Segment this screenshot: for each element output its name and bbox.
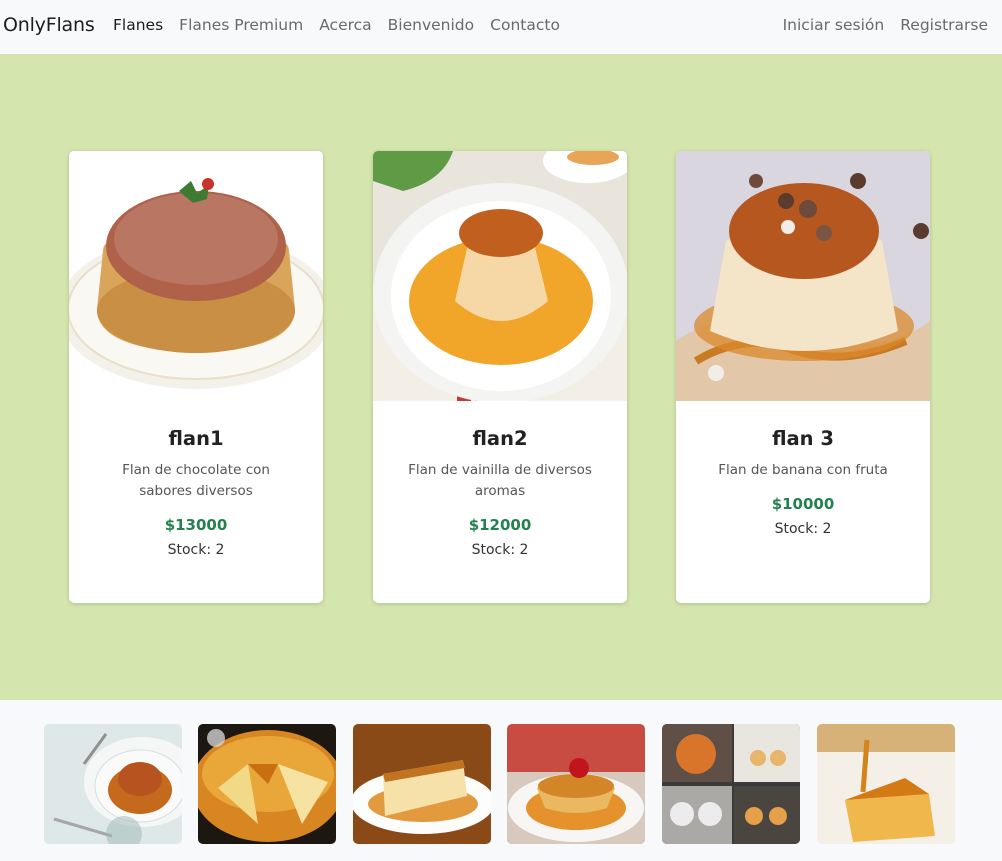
card-title: flan1	[168, 427, 224, 450]
flan-chocolate-photo	[69, 151, 323, 401]
navbar: OnlyFlans Flanes Flanes Premium Acerca B…	[0, 0, 1002, 54]
auth-links: Iniciar sesión Registrarse	[783, 16, 988, 34]
nav-link-flanes-premium[interactable]: Flanes Premium	[179, 16, 303, 34]
flan-banana-photo	[676, 151, 930, 401]
product-card[interactable]: flan2 Flan de vainilla de diversos aroma…	[373, 151, 627, 603]
flan-gallery	[0, 700, 1002, 861]
card-stock: Stock: 2	[774, 521, 832, 537]
card-price: $12000	[468, 516, 532, 534]
card-description: Flan de banana con fruta	[718, 462, 888, 478]
card-price: $13000	[164, 516, 228, 534]
flan-cake-photo[interactable]	[198, 724, 336, 844]
flan-plate-photo[interactable]	[44, 724, 182, 844]
card-stock: Stock: 2	[167, 542, 225, 558]
flan-cherry-photo[interactable]	[507, 724, 645, 844]
flan-caramel-slice-photo[interactable]	[817, 724, 955, 844]
flan-vainilla-photo	[373, 151, 627, 401]
card-price: $10000	[771, 495, 835, 513]
nav-links: Flanes Flanes Premium Acerca Bienvenido …	[113, 16, 576, 34]
product-card[interactable]: flan 3 Flan de banana con fruta $10000 S…	[676, 151, 930, 603]
login-link[interactable]: Iniciar sesión	[783, 16, 885, 34]
register-link[interactable]: Registrarse	[900, 16, 988, 34]
nav-link-acerca[interactable]: Acerca	[319, 16, 371, 34]
card-description: Flan de chocolate con sabores diversos	[122, 462, 270, 499]
brand-link[interactable]: OnlyFlans	[3, 14, 95, 36]
flan-slice-photo[interactable]	[353, 724, 491, 844]
nav-link-bienvenido[interactable]: Bienvenido	[388, 16, 474, 34]
card-title: flan2	[472, 427, 528, 450]
card-description: Flan de vainilla de diversos aromas	[408, 462, 592, 499]
nav-link-contacto[interactable]: Contacto	[490, 16, 560, 34]
flan-kitchen-photo[interactable]	[662, 724, 800, 844]
product-card[interactable]: flan1 Flan de chocolate con sabores dive…	[69, 151, 323, 603]
card-title: flan 3	[772, 427, 834, 450]
product-section: flan1 Flan de chocolate con sabores dive…	[0, 54, 1002, 700]
nav-link-flanes[interactable]: Flanes	[113, 16, 163, 34]
card-stock: Stock: 2	[471, 542, 529, 558]
